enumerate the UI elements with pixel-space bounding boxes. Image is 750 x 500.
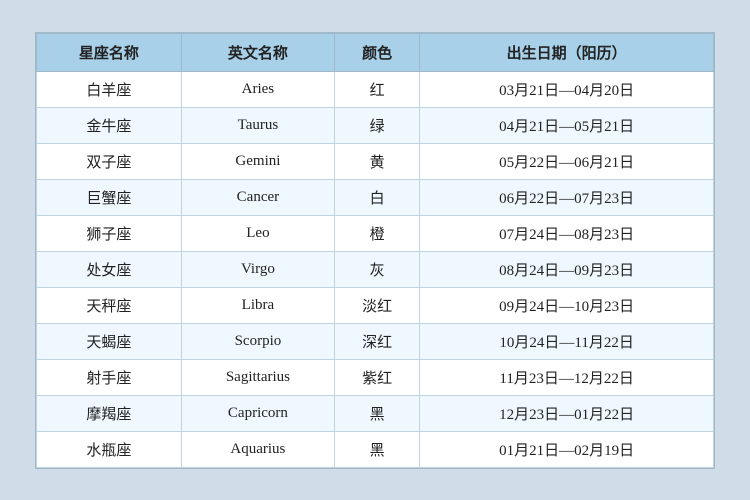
table-row: 巨蟹座Cancer白06月22日—07月23日 (37, 179, 714, 215)
cell-english-name: Aquarius (181, 431, 334, 467)
table-row: 摩羯座Capricorn黑12月23日—01月22日 (37, 395, 714, 431)
cell-dates: 04月21日—05月21日 (420, 107, 714, 143)
cell-english-name: Scorpio (181, 323, 334, 359)
cell-color: 灰 (334, 251, 419, 287)
table-row: 白羊座Aries红03月21日—04月20日 (37, 71, 714, 107)
cell-color: 深红 (334, 323, 419, 359)
cell-english-name: Leo (181, 215, 334, 251)
cell-dates: 01月21日—02月19日 (420, 431, 714, 467)
cell-english-name: Libra (181, 287, 334, 323)
cell-color: 紫红 (334, 359, 419, 395)
header-chinese-name: 星座名称 (37, 33, 182, 71)
table-row: 射手座Sagittarius紫红11月23日—12月22日 (37, 359, 714, 395)
zodiac-table-container: 星座名称 英文名称 颜色 出生日期（阳历） 白羊座Aries红03月21日—04… (35, 32, 715, 469)
cell-color: 黄 (334, 143, 419, 179)
cell-dates: 06月22日—07月23日 (420, 179, 714, 215)
cell-dates: 08月24日—09月23日 (420, 251, 714, 287)
cell-dates: 03月21日—04月20日 (420, 71, 714, 107)
cell-english-name: Virgo (181, 251, 334, 287)
table-row: 天蝎座Scorpio深红10月24日—11月22日 (37, 323, 714, 359)
table-row: 水瓶座Aquarius黑01月21日—02月19日 (37, 431, 714, 467)
cell-chinese-name: 摩羯座 (37, 395, 182, 431)
cell-english-name: Aries (181, 71, 334, 107)
cell-color: 黑 (334, 395, 419, 431)
cell-chinese-name: 白羊座 (37, 71, 182, 107)
header-english-name: 英文名称 (181, 33, 334, 71)
cell-color: 红 (334, 71, 419, 107)
cell-chinese-name: 狮子座 (37, 215, 182, 251)
cell-dates: 12月23日—01月22日 (420, 395, 714, 431)
cell-color: 黑 (334, 431, 419, 467)
header-color: 颜色 (334, 33, 419, 71)
table-header-row: 星座名称 英文名称 颜色 出生日期（阳历） (37, 33, 714, 71)
cell-dates: 10月24日—11月22日 (420, 323, 714, 359)
cell-color: 橙 (334, 215, 419, 251)
cell-chinese-name: 天秤座 (37, 287, 182, 323)
table-row: 天秤座Libra淡红09月24日—10月23日 (37, 287, 714, 323)
cell-english-name: Sagittarius (181, 359, 334, 395)
cell-english-name: Cancer (181, 179, 334, 215)
cell-color: 淡红 (334, 287, 419, 323)
cell-color: 绿 (334, 107, 419, 143)
cell-chinese-name: 天蝎座 (37, 323, 182, 359)
cell-chinese-name: 双子座 (37, 143, 182, 179)
cell-chinese-name: 金牛座 (37, 107, 182, 143)
cell-color: 白 (334, 179, 419, 215)
cell-dates: 05月22日—06月21日 (420, 143, 714, 179)
cell-dates: 09月24日—10月23日 (420, 287, 714, 323)
zodiac-table: 星座名称 英文名称 颜色 出生日期（阳历） 白羊座Aries红03月21日—04… (36, 33, 714, 468)
table-row: 金牛座Taurus绿04月21日—05月21日 (37, 107, 714, 143)
cell-chinese-name: 处女座 (37, 251, 182, 287)
table-row: 狮子座Leo橙07月24日—08月23日 (37, 215, 714, 251)
cell-chinese-name: 水瓶座 (37, 431, 182, 467)
header-dates: 出生日期（阳历） (420, 33, 714, 71)
cell-dates: 07月24日—08月23日 (420, 215, 714, 251)
cell-dates: 11月23日—12月22日 (420, 359, 714, 395)
cell-chinese-name: 射手座 (37, 359, 182, 395)
cell-english-name: Capricorn (181, 395, 334, 431)
cell-english-name: Taurus (181, 107, 334, 143)
table-row: 双子座Gemini黄05月22日—06月21日 (37, 143, 714, 179)
cell-english-name: Gemini (181, 143, 334, 179)
table-row: 处女座Virgo灰08月24日—09月23日 (37, 251, 714, 287)
table-body: 白羊座Aries红03月21日—04月20日金牛座Taurus绿04月21日—0… (37, 71, 714, 467)
cell-chinese-name: 巨蟹座 (37, 179, 182, 215)
